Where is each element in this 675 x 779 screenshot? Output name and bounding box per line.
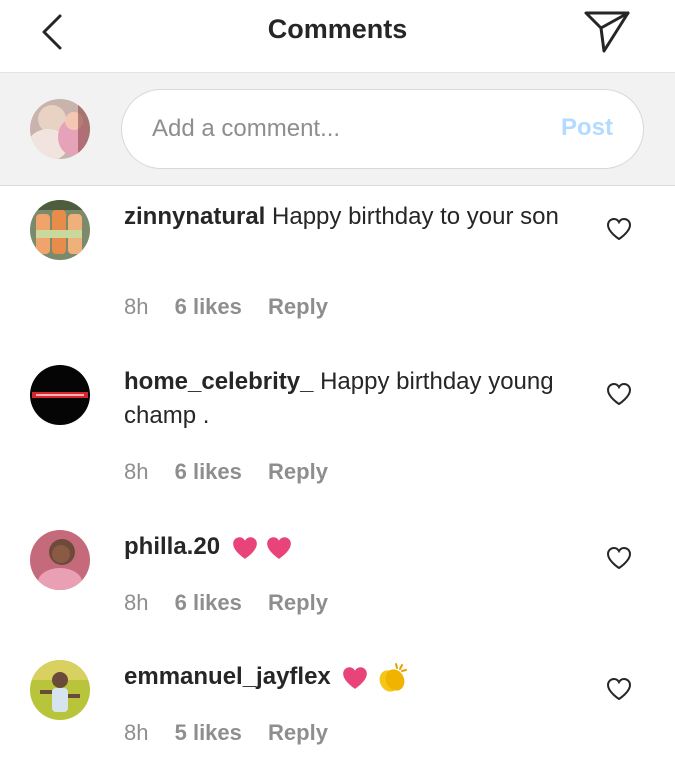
like-button[interactable] bbox=[606, 382, 632, 406]
like-button[interactable] bbox=[606, 217, 632, 241]
comment-likes[interactable]: 5 likes bbox=[175, 720, 242, 745]
user-avatar[interactable] bbox=[30, 200, 90, 260]
comment-likes[interactable]: 6 likes bbox=[175, 590, 242, 615]
comment-username[interactable]: home_celebrity_ bbox=[124, 368, 313, 395]
heart-outline-icon bbox=[606, 382, 632, 406]
comment-body: home_celebrity_ Happy birthday young cha… bbox=[124, 365, 589, 433]
reply-button[interactable]: Reply bbox=[268, 459, 328, 484]
share-button[interactable] bbox=[584, 10, 630, 54]
heart-outline-icon bbox=[606, 217, 632, 241]
heart-emoji bbox=[267, 536, 292, 559]
comment-username[interactable]: philla.20 bbox=[124, 533, 220, 560]
current-user-avatar[interactable] bbox=[30, 99, 90, 159]
comment-text: Happy birthday to your son bbox=[272, 203, 559, 230]
comment-likes[interactable]: 6 likes bbox=[175, 459, 242, 484]
heart-emoji bbox=[343, 666, 368, 689]
like-button[interactable] bbox=[606, 677, 632, 701]
top-bar: Comments bbox=[0, 0, 675, 72]
comment-body: emmanuel_jayflex bbox=[124, 660, 589, 694]
comment-meta: 8h 6 likes Reply bbox=[124, 590, 328, 616]
comment-time: 8h bbox=[124, 459, 149, 484]
page-title: Comments bbox=[267, 14, 408, 44]
comment-input[interactable] bbox=[152, 112, 512, 146]
heart-emoji bbox=[232, 536, 257, 559]
comment-meta: 8h 6 likes Reply bbox=[124, 294, 328, 320]
comment-meta: 8h 6 likes Reply bbox=[124, 459, 328, 485]
comment-body: zinnynatural Happy birthday to your son bbox=[124, 200, 589, 234]
reply-button[interactable]: Reply bbox=[268, 294, 328, 319]
paper-plane-icon bbox=[584, 11, 630, 53]
comment-username[interactable]: zinnynatural bbox=[124, 203, 265, 230]
heart-outline-icon bbox=[606, 677, 632, 701]
comment-time: 8h bbox=[124, 720, 149, 745]
user-avatar[interactable] bbox=[30, 660, 90, 720]
clapping-hands-emoji bbox=[379, 662, 408, 692]
reply-button[interactable]: Reply bbox=[268, 590, 328, 615]
post-button[interactable]: Post bbox=[561, 114, 613, 142]
reply-button[interactable]: Reply bbox=[268, 720, 328, 745]
user-avatar[interactable] bbox=[30, 365, 90, 425]
comment-body: philla.20 bbox=[124, 530, 589, 564]
comment-field: Post bbox=[121, 89, 644, 169]
comment-meta: 8h 5 likes Reply bbox=[124, 720, 328, 746]
comment-time: 8h bbox=[124, 294, 149, 319]
comment-time: 8h bbox=[124, 590, 149, 615]
user-avatar[interactable] bbox=[30, 530, 90, 590]
like-button[interactable] bbox=[606, 546, 632, 570]
comment-likes[interactable]: 6 likes bbox=[175, 294, 242, 319]
comment-username[interactable]: emmanuel_jayflex bbox=[124, 663, 331, 690]
heart-outline-icon bbox=[606, 546, 632, 570]
comment-composer: Post bbox=[0, 72, 675, 186]
